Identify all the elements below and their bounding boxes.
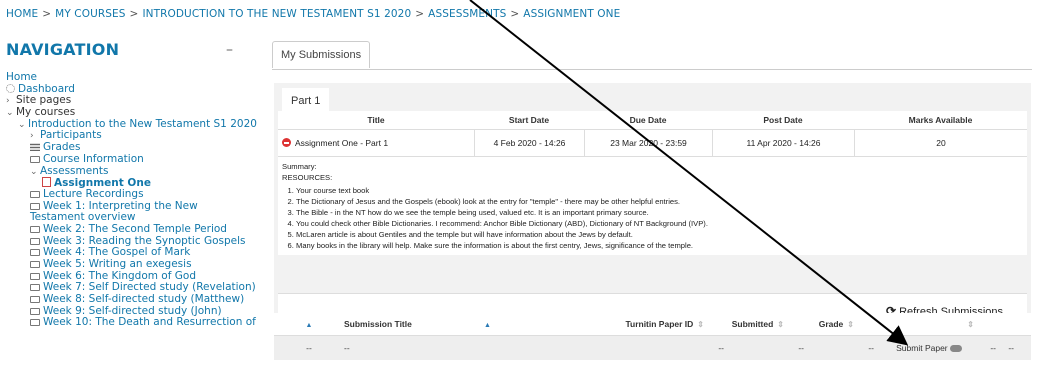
summary-label: Summary: bbox=[282, 162, 317, 171]
part-due-date: 23 Mar 2020 - 23:59 bbox=[610, 138, 687, 148]
folder-icon bbox=[30, 272, 40, 280]
tab-divider bbox=[272, 69, 1032, 70]
folder-icon bbox=[30, 296, 40, 304]
col-submission-title[interactable]: Submission Title bbox=[344, 319, 474, 329]
navigation-tree: Home Dashboard › Site pages ⌄ My courses ⌄… bbox=[6, 71, 257, 329]
submissions-table: ▲ Submission Title ▲ Turnitin Paper ID ⇕ … bbox=[274, 313, 1031, 360]
sort-icon[interactable]: ⇕ bbox=[967, 320, 974, 329]
breadcrumb-assignment-one[interactable]: ASSIGNMENT ONE bbox=[523, 8, 620, 20]
part-title: Assignment One - Part 1 bbox=[295, 138, 389, 148]
breadcrumb: HOME > MY COURSES > INTRODUCTION TO THE NEW … bbox=[6, 8, 621, 20]
sort-icon: ⇕ bbox=[777, 320, 784, 329]
breadcrumb-home[interactable]: HOME bbox=[6, 8, 38, 20]
tab-my-submissions[interactable]: My Submissions bbox=[272, 41, 371, 68]
folder-icon bbox=[30, 249, 40, 257]
col-grade: Grade bbox=[818, 319, 844, 329]
folder-icon bbox=[30, 225, 40, 233]
submit-paper-button[interactable]: Submit Paper bbox=[874, 343, 962, 353]
breadcrumb-my-courses[interactable]: MY COURSES bbox=[55, 8, 125, 20]
col-post-date: Post Date bbox=[763, 115, 803, 125]
list-item: The Dictionary of Jesus and the Gospels … bbox=[296, 196, 1023, 207]
cell: -- bbox=[306, 343, 312, 353]
folder-icon bbox=[30, 307, 40, 315]
col-title: Title bbox=[367, 115, 385, 125]
assignment-icon bbox=[42, 177, 51, 188]
part-start-date: 4 Feb 2020 - 14:26 bbox=[493, 138, 566, 148]
submissions-table-header: ▲ Submission Title ▲ Turnitin Paper ID ⇕ … bbox=[274, 313, 1031, 336]
nav-item-week-10[interactable]: Week 10: The Death and Resurrection of bbox=[6, 317, 256, 329]
list-item: Many books in the library will help. Mak… bbox=[296, 240, 1023, 251]
cloud-upload-icon bbox=[950, 345, 962, 352]
sort-asc-icon[interactable]: ▲ bbox=[484, 322, 491, 329]
cell-paper-id: -- bbox=[718, 343, 724, 353]
resources-heading: RESOURCES: bbox=[282, 173, 333, 182]
list-item: Your course text book bbox=[296, 185, 1023, 196]
part-post-date: 11 Apr 2020 - 14:26 bbox=[746, 138, 821, 148]
resources-list: Your course text book The Dictionary of … bbox=[282, 185, 1023, 251]
col-submitted: Submitted bbox=[731, 319, 774, 329]
cell-grade: -- bbox=[868, 343, 874, 353]
sort-icon: ⇕ bbox=[697, 320, 704, 329]
list-item: The Bible - in the NT how do we see the … bbox=[296, 207, 1023, 218]
folder-icon bbox=[30, 202, 40, 210]
nav-item-participants[interactable]: › Participants bbox=[6, 130, 246, 142]
table-row: Assignment One - Part 1 4 Feb 2020 - 14:… bbox=[278, 130, 1027, 157]
part-details: Title Start Date Due Date Post Date Mark… bbox=[278, 111, 1027, 326]
nav-item-week-1[interactable]: Week 1: Interpreting the New Testament o… bbox=[6, 200, 230, 224]
list-item: You could check other Bible Dictionaries… bbox=[296, 218, 1023, 229]
navigation-block: NAVIGATION – Home Dashboard › Site pages … bbox=[6, 40, 257, 328]
col-due-date: Due Date bbox=[629, 115, 667, 125]
folder-icon bbox=[30, 319, 40, 327]
navigation-title: NAVIGATION bbox=[6, 40, 120, 59]
cell: -- bbox=[1008, 343, 1014, 353]
collapse-icon[interactable]: – bbox=[226, 42, 233, 58]
submission-panel: Part 1 Title Start Date Due Date Post Da… bbox=[274, 83, 1031, 326]
col-start-date: Start Date bbox=[508, 115, 550, 125]
cell: -- bbox=[990, 343, 996, 353]
folder-icon bbox=[30, 237, 40, 245]
grades-icon bbox=[30, 143, 40, 152]
cell-submission-title: -- bbox=[344, 343, 350, 353]
folder-icon bbox=[30, 261, 40, 269]
closed-status-icon bbox=[282, 138, 291, 147]
assignment-summary: Summary: RESOURCES: Your course text boo… bbox=[278, 157, 1027, 255]
cell-submitted: -- bbox=[798, 343, 804, 353]
folder-icon bbox=[30, 284, 40, 292]
nav-item-assessments[interactable]: ⌄ Assessments bbox=[6, 165, 246, 178]
col-marks-available: Marks Available bbox=[908, 115, 973, 125]
folder-icon bbox=[30, 190, 40, 198]
sort-icon: ⇕ bbox=[847, 320, 854, 329]
part-marks-available: 20 bbox=[936, 138, 946, 148]
breadcrumb-assessments[interactable]: ASSESSMENTS bbox=[428, 8, 506, 20]
folder-icon bbox=[30, 155, 40, 163]
sort-asc-icon[interactable]: ▲ bbox=[306, 322, 313, 329]
table-row: -- -- -- -- -- Submit Paper -- -- bbox=[274, 336, 1031, 360]
col-turnitin-paper-id: Turnitin Paper ID bbox=[625, 319, 694, 329]
list-item: McLaren article is about Gentiles and th… bbox=[296, 229, 1023, 240]
dashboard-icon bbox=[6, 83, 15, 93]
breadcrumb-course[interactable]: INTRODUCTION TO THE NEW TESTAMENT S1 202… bbox=[142, 8, 411, 20]
parts-table-header: Title Start Date Due Date Post Date Mark… bbox=[278, 111, 1027, 130]
